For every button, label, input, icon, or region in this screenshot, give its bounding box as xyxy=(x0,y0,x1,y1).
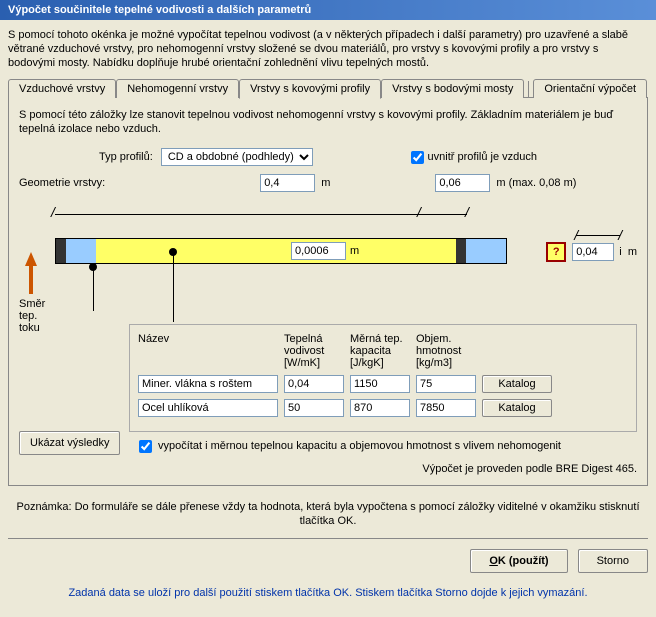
ok-button[interactable]: OK (použít) xyxy=(470,549,567,573)
mat1-dens[interactable] xyxy=(416,375,476,393)
width-unit: m xyxy=(321,177,330,189)
bre-note: Výpočet je proveden podle BRE Digest 465… xyxy=(19,463,637,475)
profile-type-select[interactable]: CD a obdobné (podhledy) xyxy=(161,148,313,166)
geometry-diagram: / / / m Směrte xyxy=(19,206,637,286)
mat2-cap[interactable] xyxy=(350,399,410,417)
window-body: S pomocí tohoto okénka je možné vypočíta… xyxy=(0,20,656,607)
tab-nonhomogeneous[interactable]: Nehomogenní vrstvy xyxy=(116,79,239,98)
tab-strip: Vzduchové vrstvy Nehomogenní vrstvy Vrst… xyxy=(8,79,648,98)
tab-panel: S pomocí této záložky lze stanovit tepel… xyxy=(8,97,648,486)
profile-type-label: Typ profilů: xyxy=(99,151,153,163)
mat2-name[interactable] xyxy=(138,399,278,417)
panel-intro: S pomocí této záložky lze stanovit tepel… xyxy=(19,108,637,136)
col-conductivity: Tepelnávodivost[W/mK] xyxy=(284,333,344,369)
inside-air-checkbox[interactable] xyxy=(411,151,424,164)
col-density: Objem.hmotnost[kg/m3] xyxy=(416,333,476,369)
calc-extra-checkbox[interactable] xyxy=(139,440,152,453)
height-field[interactable] xyxy=(435,174,490,192)
mat2-dens[interactable] xyxy=(416,399,476,417)
mat1-catalog-button[interactable]: Katalog xyxy=(482,375,552,393)
dialog-buttons: OK (použít) Storno xyxy=(8,538,648,573)
gap-field[interactable] xyxy=(291,242,346,260)
gap-unit: m xyxy=(350,245,359,257)
mat2-catalog-button[interactable]: Katalog xyxy=(482,399,552,417)
mat2-cond[interactable] xyxy=(284,399,344,417)
material-row: Katalog xyxy=(138,399,628,417)
footer-note: Zadaná data se uloží pro další použití s… xyxy=(8,587,648,599)
tab-metal-profiles[interactable]: Vrstvy s kovovými profily xyxy=(239,79,381,99)
materials-panel: Název Tepelnávodivost[W/mK] Měrná tep.ka… xyxy=(129,324,637,432)
help-button[interactable]: ? xyxy=(546,242,566,262)
material-row: Katalog xyxy=(138,375,628,393)
tab-point-bridges[interactable]: Vrstvy s bodovými mosty xyxy=(381,79,524,98)
width-field[interactable] xyxy=(260,174,315,192)
mat1-cond[interactable] xyxy=(284,375,344,393)
geometry-label: Geometrie vrstvy: xyxy=(19,177,105,189)
calc-extra-label: vypočítat i měrnou tepelnou kapacitu a o… xyxy=(158,440,561,452)
window-title: Výpočet součinitele tepelné vodivosti a … xyxy=(0,0,656,20)
inside-air-label: uvnitř profilů je vzduch xyxy=(428,151,537,163)
col-name: Název xyxy=(138,333,278,369)
mat1-name[interactable] xyxy=(138,375,278,393)
flow-direction-label: Směrtep.toku xyxy=(19,298,45,334)
col-capacity: Měrná tep.kapacita[J/kgK] xyxy=(350,333,410,369)
tab-air-layers[interactable]: Vzduchové vrstvy xyxy=(8,79,116,98)
show-results-button[interactable]: Ukázat výsledky xyxy=(19,431,120,455)
tab-orientation-calc[interactable]: Orientační výpočet xyxy=(533,79,647,98)
side-field[interactable] xyxy=(572,243,614,261)
height-unit: m (max. 0,08 m) xyxy=(496,177,576,189)
form-note: Poznámka: Do formuláře se dále přenese v… xyxy=(16,500,640,528)
intro-text: S pomocí tohoto okénka je možné vypočíta… xyxy=(8,28,648,70)
profile-bar xyxy=(55,238,507,264)
cancel-button[interactable]: Storno xyxy=(578,549,648,573)
side-unit: i m xyxy=(619,246,637,258)
tab-divider xyxy=(528,81,529,97)
mat1-cap[interactable] xyxy=(350,375,410,393)
